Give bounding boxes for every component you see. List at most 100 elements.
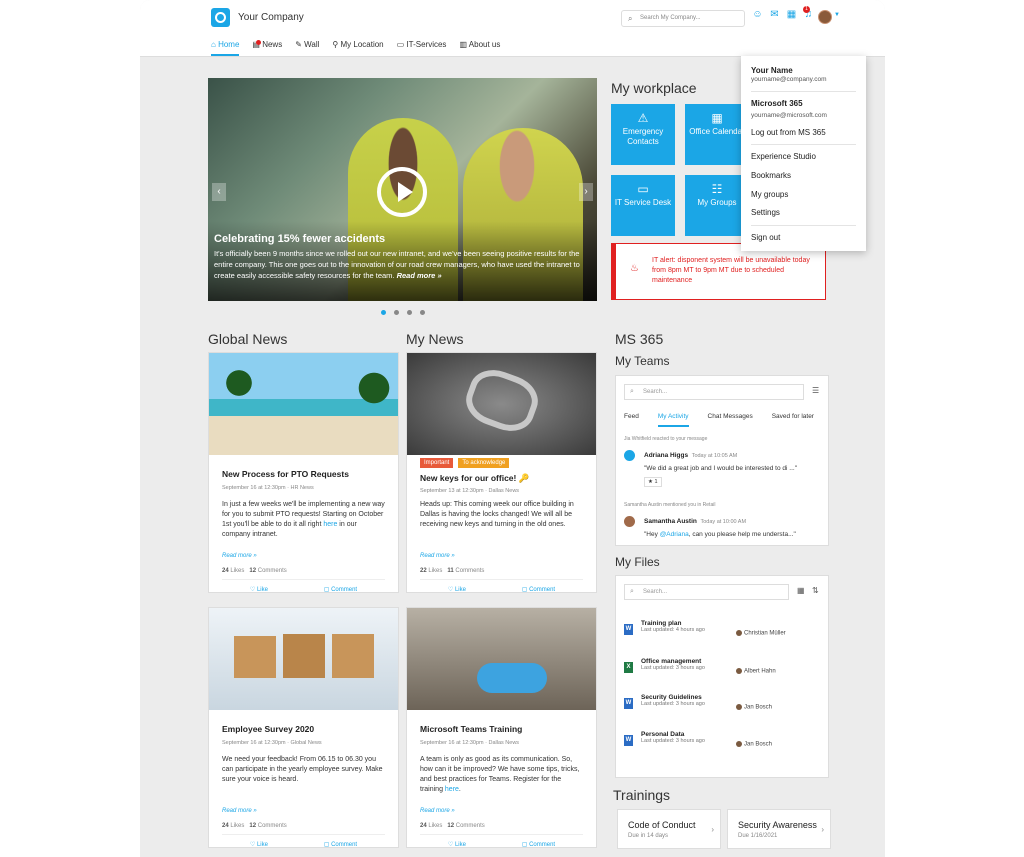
workplace-title: My workplace	[611, 80, 697, 96]
like-button[interactable]: ♡ Like	[448, 586, 466, 593]
tab-chat-messages[interactable]: Chat Messages	[708, 413, 753, 427]
acknowledge-tag[interactable]: To acknowledge	[458, 458, 510, 468]
chevron-right-icon[interactable]: ›	[579, 183, 593, 201]
main-nav: ⌂ Home ▤ News ✎ Wall ⚲ My Location ▭ IT-…	[211, 40, 500, 56]
teams-search-input[interactable]: ⌕ Search...	[624, 384, 804, 400]
file-item[interactable]: Personal Data Last updated: 3 hours ago	[641, 731, 705, 744]
it-alert-banner[interactable]: ♨ IT alert: disponent system will be unav…	[611, 243, 826, 300]
file-owner: Christian Müller	[736, 630, 786, 637]
tile-emergency-contacts[interactable]: ⚠ Emergency Contacts	[611, 104, 675, 165]
menu-item-my-groups[interactable]: My groups	[751, 190, 788, 199]
reaction-badge[interactable]: ★ 1	[644, 477, 662, 487]
carousel-dot[interactable]	[381, 310, 386, 315]
nav-item-about[interactable]: ▥ About us	[459, 40, 500, 56]
alarm-icon: ♨	[630, 263, 639, 274]
nav-item-location[interactable]: ⚲ My Location	[332, 40, 383, 56]
file-item[interactable]: Security Guidelines Last updated: 3 hour…	[641, 694, 705, 707]
tile-it-service-desk[interactable]: ▭ IT Service Desk	[611, 175, 675, 236]
tab-saved[interactable]: Saved for later	[772, 413, 814, 427]
filter-icon[interactable]: ☰	[812, 386, 819, 395]
news-card[interactable]: New Process for PTO Requests September 1…	[208, 352, 399, 593]
file-type-icon: W	[624, 698, 633, 709]
hero-carousel[interactable]: ‹ › Celebrating 15% fewer accidents It's…	[208, 78, 597, 301]
comment-button[interactable]: ▢ Comment	[522, 586, 555, 593]
chevron-left-icon[interactable]: ‹	[212, 183, 226, 201]
news-card[interactable]: Microsoft Teams Training September 16 at…	[406, 607, 597, 848]
sort-icon[interactable]: ⇅	[812, 586, 819, 595]
avatar	[624, 516, 635, 527]
top-bar: Your Company ⌕ Search My Company... ☺ ✉ ▦…	[140, 0, 885, 57]
card-title[interactable]: New keys for our office! 🔑	[420, 473, 583, 484]
grid-view-icon[interactable]: ▦	[797, 586, 805, 595]
file-item[interactable]: Training plan Last updated: 4 hours ago	[641, 620, 705, 633]
file-type-icon: W	[624, 624, 633, 635]
comment-button[interactable]: ▢ Comment	[324, 586, 357, 593]
apps-grid-icon[interactable]: ▦	[786, 9, 797, 20]
hero-read-more[interactable]: Read more »	[397, 271, 442, 280]
ms365-title: MS 365	[615, 331, 664, 347]
menu-item-bookmarks[interactable]: Bookmarks	[751, 171, 791, 180]
user-email: yourname@company.com	[751, 76, 827, 83]
warning-icon: ⚠	[637, 111, 649, 125]
nav-item-it-services[interactable]: ▭ IT-Services	[397, 40, 447, 56]
like-button[interactable]: ♡ Like	[448, 841, 466, 848]
chat-icon[interactable]: ✉	[769, 9, 780, 20]
menu-item-settings[interactable]: Settings	[751, 208, 780, 217]
avatar	[736, 630, 742, 636]
read-more-link[interactable]: Read more »	[222, 808, 385, 814]
global-search-input[interactable]: ⌕ Search My Company...	[621, 10, 745, 27]
tile-my-groups[interactable]: ☷ My Groups	[685, 175, 749, 236]
activity-icon	[624, 450, 635, 461]
tab-feed[interactable]: Feed	[624, 413, 639, 427]
my-files-title: My Files	[615, 555, 660, 569]
tile-office-calendar[interactable]: ▦ Office Calendar	[685, 104, 749, 165]
chevron-right-icon: ›	[821, 825, 824, 834]
files-search-input[interactable]: ⌕ Search...	[624, 584, 789, 600]
card-title[interactable]: Employee Survey 2020	[222, 724, 385, 734]
sign-out-item[interactable]: Sign out	[751, 233, 780, 242]
card-title[interactable]: Microsoft Teams Training	[420, 724, 583, 734]
file-item[interactable]: Office management Last updated: 3 hours …	[641, 658, 705, 671]
activity-item[interactable]: Samantha Austin Today at 10:00 AM	[644, 518, 746, 525]
user-menu-dropdown: Your Name yourname@company.com Microsoft…	[741, 56, 866, 251]
avatar	[736, 741, 742, 747]
logout-ms365-item[interactable]: Log out from MS 365	[751, 128, 826, 137]
comment-button[interactable]: ▢ Comment	[522, 841, 555, 848]
read-more-link[interactable]: Read more »	[222, 553, 385, 559]
news-card[interactable]: Employee Survey 2020 September 16 at 12:…	[208, 607, 399, 848]
carousel-dot[interactable]	[394, 310, 399, 315]
training-card[interactable]: Security Awareness Due 1/16/2021 ›	[727, 809, 831, 849]
read-more-link[interactable]: Read more »	[420, 808, 583, 814]
carousel-dot[interactable]	[420, 310, 425, 315]
avatar[interactable]	[818, 10, 832, 24]
chevron-down-icon[interactable]: ▼	[834, 12, 840, 18]
read-more-link[interactable]: Read more »	[420, 553, 583, 559]
play-icon[interactable]	[377, 167, 427, 217]
carousel-dot[interactable]	[407, 310, 412, 315]
search-icon: ⌕	[628, 14, 633, 23]
comment-button[interactable]: ▢ Comment	[324, 841, 357, 848]
nav-item-home[interactable]: ⌂ Home	[211, 40, 240, 56]
training-card[interactable]: Code of Conduct Due in 14 days ›	[617, 809, 721, 849]
nav-item-wall[interactable]: ✎ Wall	[295, 40, 319, 56]
file-type-icon: X	[624, 662, 633, 673]
tab-my-activity[interactable]: My Activity	[657, 413, 689, 427]
like-button[interactable]: ♡ Like	[250, 586, 268, 593]
hero-title[interactable]: Celebrating 15% fewer accidents	[214, 233, 385, 245]
card-title[interactable]: New Process for PTO Requests	[222, 469, 385, 479]
news-card[interactable]: Important To acknowledge New keys for our…	[406, 352, 597, 593]
nav-item-news[interactable]: ▤ News	[252, 40, 282, 56]
like-button[interactable]: ♡ Like	[250, 841, 268, 848]
beach-image	[209, 353, 398, 455]
teams-panel: ⌕ Search... ☰ Feed My Activity Chat Messa…	[615, 375, 829, 546]
people-icon[interactable]: ☺	[752, 9, 763, 20]
company-name[interactable]: Your Company	[238, 12, 304, 23]
keys-image	[407, 353, 596, 455]
search-icon: ⌕	[630, 388, 634, 395]
monitor-icon: ▭	[637, 182, 649, 196]
activity-item[interactable]: Adriana Higgs Today at 10:05 AM	[644, 452, 737, 459]
avatar	[736, 668, 742, 674]
company-logo-icon[interactable]	[211, 8, 230, 27]
user-name: Your Name	[751, 66, 793, 75]
menu-item-experience-studio[interactable]: Experience Studio	[751, 152, 816, 161]
